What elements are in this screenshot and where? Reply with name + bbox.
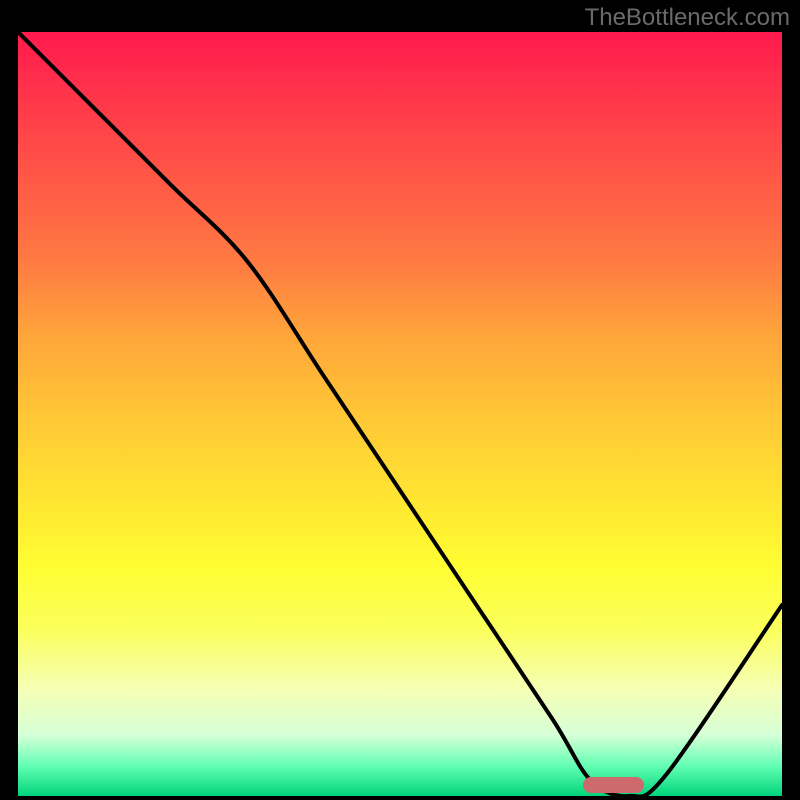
watermark-text: TheBottleneck.com	[585, 4, 790, 32]
chart-frame: TheBottleneck.com	[0, 0, 800, 800]
bottleneck-curve-path	[18, 32, 782, 796]
plot-area	[18, 32, 782, 796]
optimal-marker	[583, 777, 644, 793]
line-series	[18, 32, 782, 796]
